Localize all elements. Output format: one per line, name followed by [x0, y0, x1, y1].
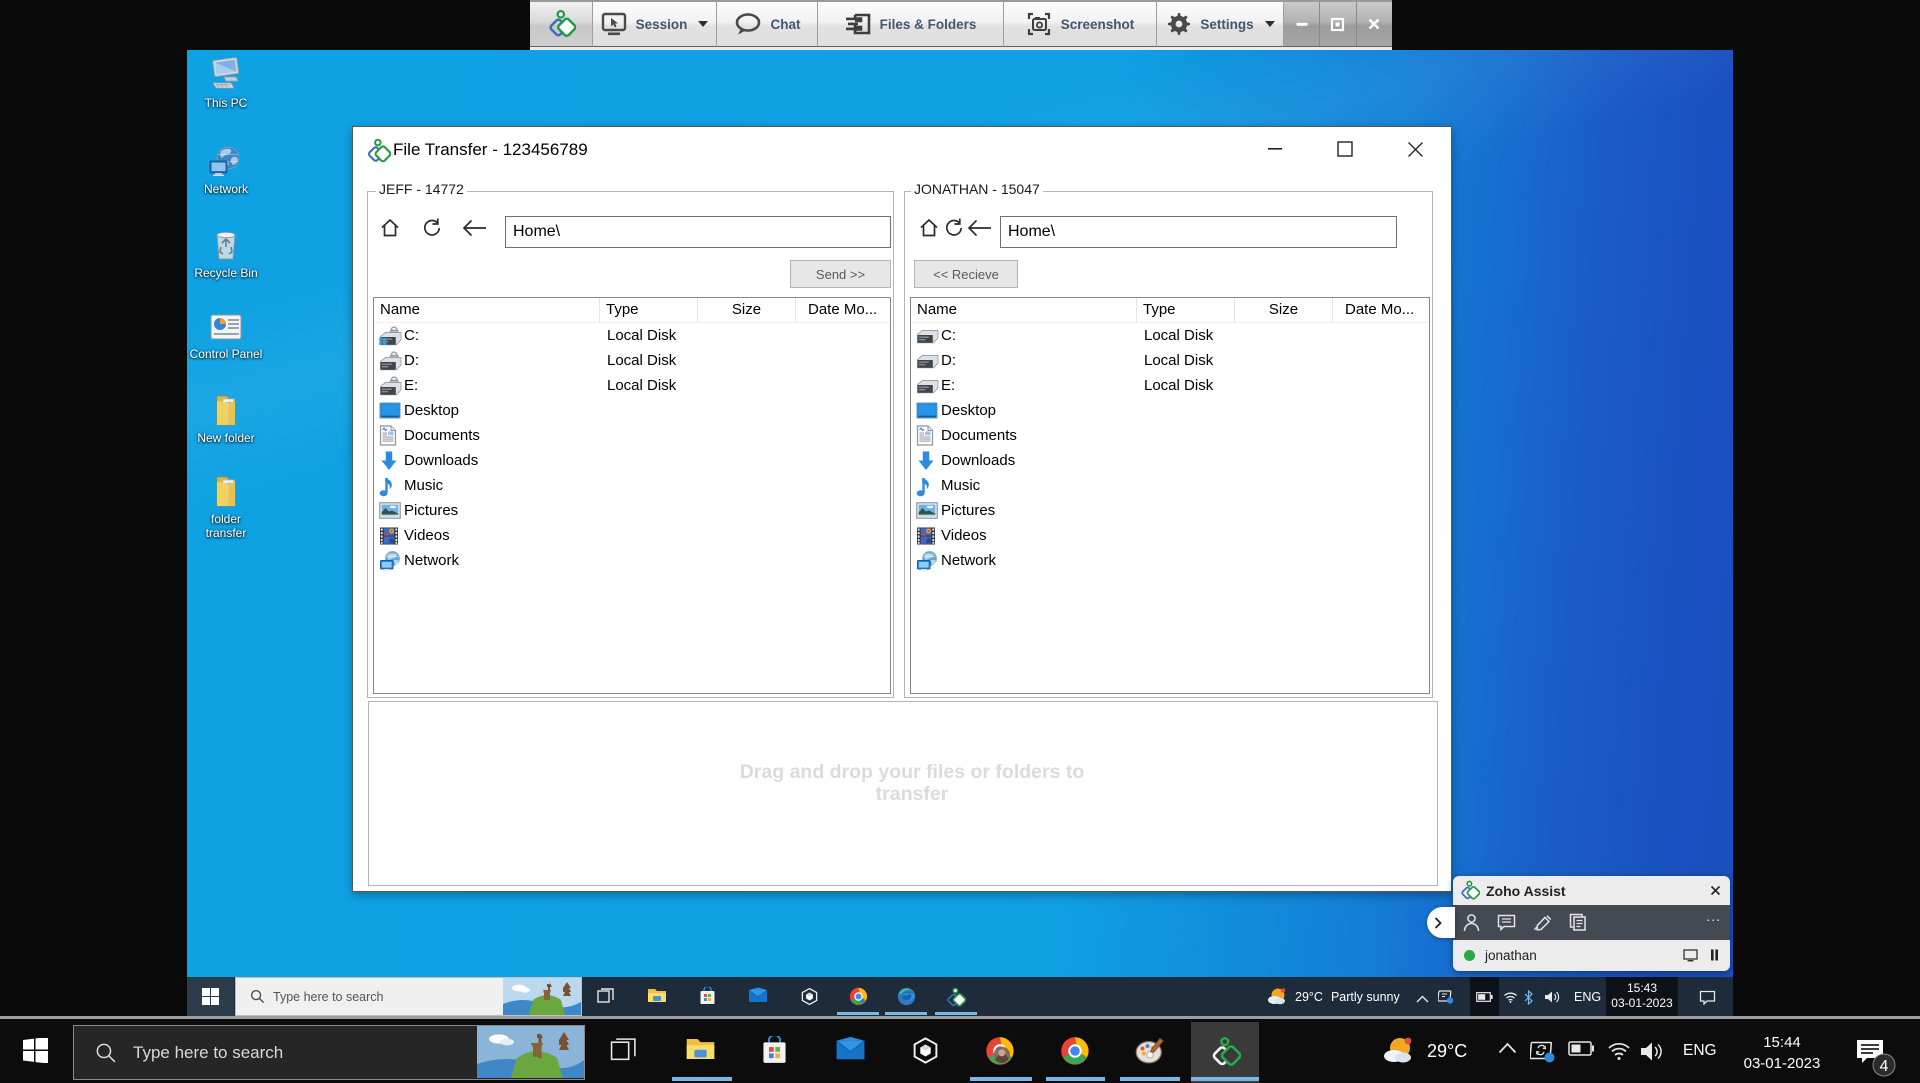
svg-text:4: 4 — [1880, 1058, 1889, 1075]
